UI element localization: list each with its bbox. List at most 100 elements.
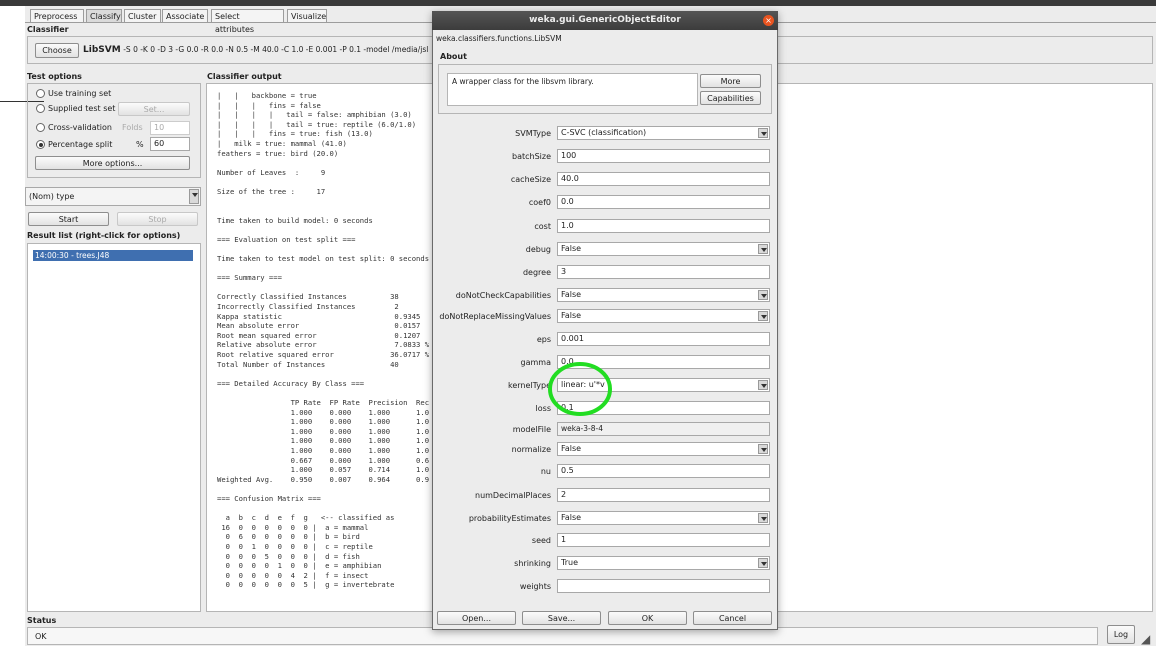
tab-associate[interactable]: Associate [162, 9, 208, 22]
param-label-degree: degree [522, 268, 551, 277]
param-label-cost: cost [534, 222, 551, 231]
capabilities-button[interactable]: Capabilities [700, 91, 761, 105]
param-value: True [561, 558, 578, 567]
classifier-config-text[interactable]: LibSVM -S 0 -K 0 -D 3 -G 0.0 -R 0.0 -N 0… [83, 45, 433, 57]
param-label-weights: weights [519, 582, 551, 591]
chevron-down-icon [758, 290, 768, 300]
param-weights-input[interactable] [557, 579, 770, 593]
param-donotcheckcapabilities-select[interactable]: False [557, 288, 770, 302]
param-eps-input[interactable]: 0.001 [557, 332, 770, 346]
param-cachesize-input[interactable]: 40.0 [557, 172, 770, 186]
param-modelfile-input[interactable]: weka-3-8-4 [557, 422, 770, 436]
param-label-gamma: gamma [520, 358, 551, 367]
param-batchsize-input[interactable]: 100 [557, 149, 770, 163]
tab-cluster[interactable]: Cluster [124, 9, 161, 22]
chevron-down-icon [758, 380, 768, 390]
chevron-down-icon [758, 128, 768, 138]
start-button[interactable]: Start [28, 212, 109, 226]
param-value: C-SVC (classification) [561, 128, 647, 137]
percentage-split-label: Percentage split [48, 140, 113, 149]
chevron-down-icon [758, 513, 768, 523]
param-seed-input[interactable]: 1 [557, 533, 770, 547]
param-label-batchsize: batchSize [511, 152, 551, 161]
classifier-options: -S 0 -K 0 -D 3 -G 0.0 -R 0.0 -N 0.5 -M 4… [123, 45, 429, 54]
class-attribute-select[interactable]: (Nom) type [25, 187, 201, 206]
about-text: A wrapper class for the libsvm library. [452, 77, 594, 86]
param-value: False [561, 244, 582, 253]
param-label-donotreplacemissingvalues: doNotReplaceMissingValues [439, 312, 551, 321]
param-label-svmtype: SVMType [515, 129, 551, 138]
param-degree-input[interactable]: 3 [557, 265, 770, 279]
percent-input[interactable]: 60 [150, 137, 190, 151]
chevron-down-icon [758, 311, 768, 321]
percent-symbol: % [136, 140, 144, 149]
param-value: False [561, 513, 582, 522]
use-training-set-radio[interactable] [36, 89, 45, 98]
param-numdecimalplaces-input[interactable]: 2 [557, 488, 770, 502]
classifier-section-label: Classifier [27, 25, 69, 34]
param-label-debug: debug [525, 245, 551, 254]
choose-button[interactable]: Choose [35, 43, 79, 58]
param-debug-select[interactable]: False [557, 242, 770, 256]
chevron-down-icon [758, 558, 768, 568]
tab-classify[interactable]: Classify [86, 9, 122, 22]
param-label-coef0: coef0 [528, 198, 551, 207]
more-options-button[interactable]: More options... [35, 156, 190, 170]
param-value: False [561, 290, 582, 299]
dialog-class-path: weka.classifiers.functions.LibSVM [436, 34, 562, 43]
set-button[interactable]: Set... [118, 102, 190, 116]
use-training-set-label: Use training set [48, 89, 112, 98]
ok-button[interactable]: OK [608, 611, 687, 625]
about-label: About [440, 52, 467, 61]
status-text: OK [35, 632, 47, 641]
chevron-down-icon [189, 189, 199, 204]
cross-validation-label: Cross-validation [48, 123, 112, 132]
about-text-area: A wrapper class for the libsvm library. [447, 73, 698, 106]
param-label-seed: seed [531, 536, 551, 545]
open-button[interactable]: Open... [437, 611, 516, 625]
param-label-donotcheckcapabilities: doNotCheckCapabilities [455, 291, 551, 300]
stop-button[interactable]: Stop [117, 212, 198, 226]
param-donotreplacemissingvalues-select[interactable]: False [557, 309, 770, 323]
param-cost-input[interactable]: 1.0 [557, 219, 770, 233]
param-nu-input[interactable]: 0.5 [557, 464, 770, 478]
classifier-output-label: Classifier output [207, 72, 282, 81]
result-list-item[interactable]: 14:00:30 - trees.J48 [33, 250, 193, 261]
log-button[interactable]: Log [1107, 625, 1135, 644]
param-normalize-select[interactable]: False [557, 442, 770, 456]
param-value: False [561, 311, 582, 320]
param-label-eps: eps [536, 335, 551, 344]
param-label-normalize: normalize [511, 445, 551, 454]
tab-select-attributes[interactable]: Select attributes [211, 9, 284, 34]
param-label-probabilityestimates: probabilityEstimates [468, 514, 551, 523]
param-label-modelfile: modelFile [512, 425, 551, 434]
more-button[interactable]: More [700, 74, 761, 88]
param-svmtype-select[interactable]: C-SVC (classification) [557, 126, 770, 140]
param-probabilityestimates-select[interactable]: False [557, 511, 770, 525]
param-label-kerneltype: kernelType [507, 381, 551, 390]
close-icon[interactable]: × [763, 15, 774, 26]
param-value: False [561, 444, 582, 453]
param-label-numdecimalplaces: numDecimalPlaces [475, 491, 551, 500]
param-coef0-input[interactable]: 0.0 [557, 195, 770, 209]
chevron-down-icon [758, 444, 768, 454]
test-options-label: Test options [27, 72, 82, 81]
tab-preprocess[interactable]: Preprocess [30, 9, 84, 22]
supplied-test-set-radio[interactable] [36, 104, 45, 113]
folds-input[interactable]: 10 [150, 121, 190, 135]
weka-bird-icon: ◢ [1141, 632, 1151, 646]
status-label: Status [27, 616, 57, 625]
param-label-nu: nu [540, 467, 551, 476]
classifier-output-text: | | backbone = true | | | fins = false |… [217, 91, 430, 590]
result-list [27, 243, 201, 612]
class-attribute-value: (Nom) type [29, 192, 75, 201]
dialog-title: weka.gui.GenericObjectEditor [529, 15, 681, 25]
cross-validation-radio[interactable] [36, 123, 45, 132]
highlight-circle [548, 362, 612, 416]
save-button[interactable]: Save... [522, 611, 601, 625]
cancel-button[interactable]: Cancel [693, 611, 772, 625]
supplied-test-set-label: Supplied test set [48, 104, 116, 113]
tab-visualize[interactable]: Visualize [287, 9, 327, 22]
param-shrinking-select[interactable]: True [557, 556, 770, 570]
percentage-split-radio[interactable] [36, 140, 45, 149]
